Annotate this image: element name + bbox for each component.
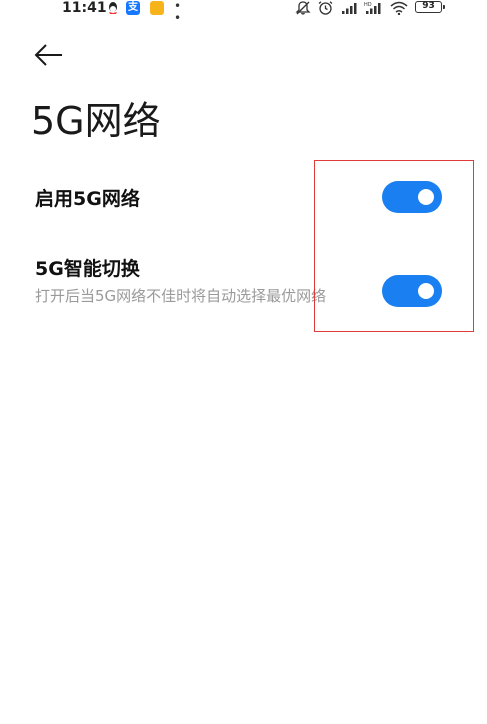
setting-row-smart-switch[interactable]: 5G智能切换 打开后当5G网络不佳时将自动选择最优网络 — [0, 252, 487, 332]
svg-text:HD: HD — [364, 2, 372, 8]
setting-row-enable-5g[interactable]: 启用5G网络 — [0, 178, 487, 220]
alarm-icon — [318, 1, 333, 15]
battery-level: 93 — [422, 1, 435, 11]
toggle-knob — [418, 189, 434, 205]
more-dots-icon: • • — [174, 0, 183, 25]
smart-switch-toggle[interactable] — [382, 275, 442, 307]
status-time: 11:41 — [62, 0, 107, 16]
wifi-icon — [390, 1, 408, 15]
back-button[interactable] — [28, 40, 64, 70]
battery-icon: 93 — [415, 1, 445, 13]
signal-hd-icon: HD — [364, 2, 381, 14]
notes-icon — [150, 1, 164, 15]
back-arrow-icon — [34, 44, 62, 66]
signal-icon — [342, 3, 357, 14]
page-title: 5G网络 — [31, 99, 161, 143]
alipay-icon: 支 — [126, 1, 140, 15]
qq-icon — [109, 2, 117, 14]
toggle-knob — [418, 283, 434, 299]
setting-title: 5G智能切换 — [35, 258, 140, 280]
mute-bell-icon — [295, 1, 311, 15]
alipay-glyph: 支 — [128, 2, 138, 13]
setting-description: 打开后当5G网络不佳时将自动选择最优网络 — [35, 287, 327, 305]
setting-title: 启用5G网络 — [35, 188, 140, 210]
status-bar: 11:41 支 • • HD 93 — [0, 0, 487, 25]
enable-5g-toggle[interactable] — [382, 181, 442, 213]
